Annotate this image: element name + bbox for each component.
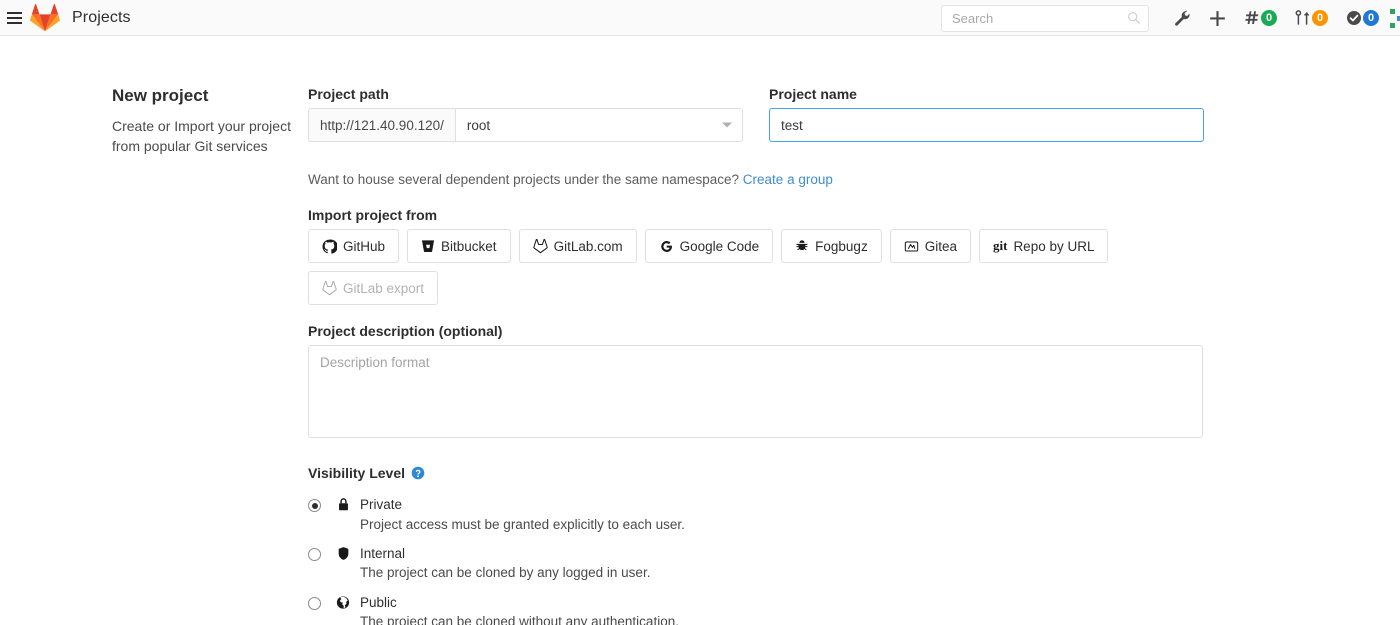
issues-counter[interactable]: 0	[1235, 0, 1286, 36]
visibility-text-internal: Internal The project can be cloned by an…	[360, 544, 650, 584]
visibility-title-internal: Internal	[360, 545, 406, 561]
gitlab-icon	[532, 238, 548, 253]
path-name-row: Project path http://121.40.90.120/ root …	[308, 86, 1220, 142]
import-bitbucket-label: Bitbucket	[441, 238, 497, 254]
visibility-radio-public[interactable]	[308, 596, 321, 610]
namespace-select-value: root	[466, 117, 491, 133]
google-icon	[660, 240, 672, 252]
visibility-title-public: Public	[360, 594, 397, 610]
visibility-options: Private Project access must be granted e…	[308, 495, 1220, 625]
import-gitea-button[interactable]: Gitea	[889, 229, 971, 263]
issues-badge: 0	[1261, 10, 1277, 26]
visibility-desc-internal: The project can be cloned by any logged …	[360, 565, 651, 581]
todos-badge: 0	[1363, 10, 1379, 26]
new-project-intro: New project Create or Import your projec…	[0, 56, 300, 625]
visibility-text-private: Private Project access must be granted e…	[360, 495, 685, 535]
project-path-group: http://121.40.90.120/ root	[308, 108, 743, 142]
merge-requests-counter[interactable]: 0	[1286, 0, 1337, 36]
project-path-field: Project path http://121.40.90.120/ root	[308, 86, 743, 142]
project-description-textarea[interactable]	[308, 345, 1203, 438]
visibility-level-label: Visibility Level	[308, 465, 406, 481]
import-project-label: Import project from	[308, 207, 438, 223]
top-navbar: Projects Search 0 0 0	[0, 0, 1400, 36]
todos-counter[interactable]: 0	[1337, 0, 1388, 36]
namespace-hint-text: Want to house several dependent projects…	[308, 172, 740, 187]
visibility-desc-public: The project can be cloned without any au…	[360, 614, 679, 625]
namespace-hint: Want to house several dependent projects…	[308, 172, 1220, 187]
import-fogbugz-label: Fogbugz	[815, 238, 868, 254]
visibility-radio-private[interactable]	[308, 499, 321, 512]
gitlab-icon	[322, 280, 337, 295]
create-a-group-link[interactable]: Create a group	[743, 172, 833, 187]
search-box[interactable]	[941, 4, 1149, 32]
import-github-label: GitHub	[343, 238, 386, 254]
navbar-icon-group: 0 0 0	[1165, 0, 1400, 36]
visibility-option-public[interactable]: Public The project can be cloned without…	[308, 593, 1220, 625]
page-description: Create or Import your project from popul…	[112, 118, 291, 155]
namespace-select[interactable]: root	[454, 108, 743, 142]
merge-requests-badge: 0	[1312, 10, 1328, 26]
import-source-row: GitHub Bitbucket GitLab.com Google Code	[308, 229, 1220, 305]
page-body: New project Create or Import your projec…	[0, 36, 1400, 625]
chevron-down-icon	[722, 122, 732, 128]
navbar-left: Projects	[0, 0, 131, 36]
hamburger-icon[interactable]	[0, 0, 26, 36]
project-description-label: Project description (optional)	[308, 323, 503, 339]
import-repo-by-url-button[interactable]: git Repo by URL	[978, 229, 1109, 263]
navbar-title: Projects	[72, 8, 131, 26]
bitbucket-icon	[422, 240, 434, 252]
import-gitlab-com-button[interactable]: GitLab.com	[518, 229, 637, 263]
gitlab-logo[interactable]	[30, 3, 60, 33]
question-circle-icon[interactable]	[411, 466, 425, 480]
import-gitea-label: Gitea	[924, 238, 957, 254]
avatar[interactable]	[1388, 6, 1400, 30]
page-title: New project	[112, 86, 209, 105]
git-text-icon: git	[992, 238, 1008, 253]
project-path-label: Project path	[308, 86, 389, 102]
search-input[interactable]	[950, 9, 1140, 27]
plus-icon[interactable]	[1200, 0, 1235, 36]
import-gitlab-export-label: GitLab export	[343, 280, 425, 296]
import-fogbugz-button[interactable]: Fogbugz	[781, 229, 882, 263]
visibility-option-private[interactable]: Private Project access must be granted e…	[308, 495, 1220, 535]
project-description-field: Project description (optional)	[308, 323, 1220, 443]
import-gitlab-export-button[interactable]: GitLab export	[308, 271, 439, 305]
project-name-label: Project name	[769, 86, 857, 102]
project-name-input[interactable]	[769, 108, 1204, 142]
navbar-right: 0 0 0	[941, 0, 1400, 36]
import-bitbucket-button[interactable]: Bitbucket	[407, 229, 511, 263]
new-project-form: Project path http://121.40.90.120/ root …	[300, 56, 1220, 625]
shield-icon	[334, 546, 352, 561]
wrench-icon[interactable]	[1165, 0, 1200, 36]
project-path-prefix: http://121.40.90.120/	[308, 108, 455, 142]
visibility-desc-private: Project access must be granted explicitl…	[360, 516, 685, 532]
gitea-icon	[904, 240, 918, 252]
visibility-text-public: Public The project can be cloned without…	[360, 593, 679, 625]
project-name-field: Project name	[769, 86, 1204, 142]
search-icon	[1128, 11, 1141, 24]
visibility-radio-internal[interactable]	[308, 547, 321, 561]
github-icon	[322, 239, 337, 254]
import-google-code-label: Google Code	[679, 238, 760, 254]
visibility-level-header: Visibility Level	[308, 465, 1220, 481]
bug-icon	[796, 240, 808, 251]
lock-icon	[334, 497, 352, 512]
import-google-code-button[interactable]: Google Code	[644, 229, 774, 263]
visibility-title-private: Private	[360, 497, 403, 512]
import-github-button[interactable]: GitHub	[308, 229, 400, 263]
visibility-option-internal[interactable]: Internal The project can be cloned by an…	[308, 544, 1220, 584]
globe-icon	[334, 595, 352, 610]
import-repo-by-url-label: Repo by URL	[1013, 238, 1095, 254]
import-gitlab-com-label: GitLab.com	[553, 238, 623, 254]
